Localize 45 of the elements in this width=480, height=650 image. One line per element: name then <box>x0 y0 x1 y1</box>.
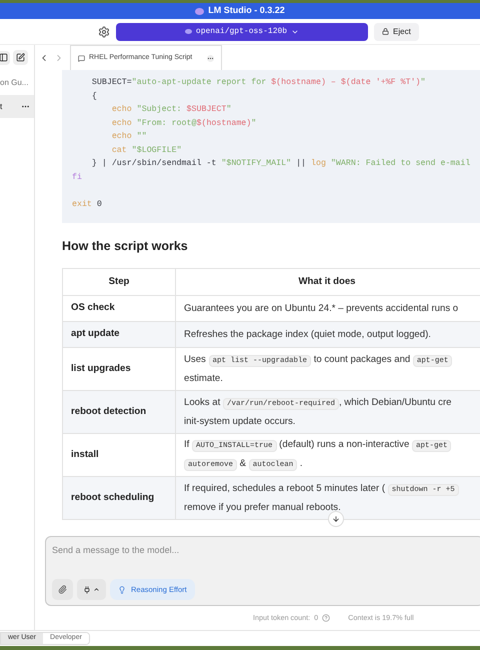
chat-icon <box>78 54 85 62</box>
sidebar-item[interactable]: t <box>0 95 34 118</box>
help-icon[interactable] <box>322 614 330 622</box>
sidebar-item[interactable]: on Gu... <box>0 71 34 94</box>
message-input[interactable]: Send a message to the model... <box>52 543 477 557</box>
more-icon[interactable] <box>207 54 214 62</box>
panel-icon-button[interactable] <box>0 50 10 64</box>
edit-icon <box>16 53 25 62</box>
code-line: cat "$LOGFILE" <box>110 144 183 156</box>
attach-button[interactable] <box>52 579 73 600</box>
code-line: { <box>90 90 98 102</box>
code-line: echo "From: root@$(hostname)" <box>110 118 258 130</box>
sidebar-panel-icon <box>0 53 8 62</box>
table-cell: apt update <box>63 322 176 347</box>
settings-icon[interactable] <box>98 26 110 38</box>
column-header: What it does <box>297 274 357 289</box>
code-line: SUBJECT="auto-apt-update report for $(hostname) – $(date '+%F %T')" <box>90 77 427 89</box>
code-line: echo "" <box>110 131 148 143</box>
app-logo-icon <box>195 8 204 14</box>
window-title: LM Studio - 0.3.22 <box>208 4 285 18</box>
table-cell: OS check <box>63 296 176 321</box>
table-cell: reboot scheduling <box>63 476 176 519</box>
scroll-down-button[interactable] <box>328 511 344 527</box>
table-cell: list upgrades <box>63 348 176 390</box>
model-icon <box>184 29 192 34</box>
table-cell-text: Refreshes the package index (quiet mode, output logged). <box>183 328 432 342</box>
lock-icon <box>382 28 389 35</box>
new-chat-button[interactable] <box>13 50 28 65</box>
caret-icon <box>93 586 100 593</box>
code-line: echo "Subject: $SUBJECT" <box>110 104 232 116</box>
column-header: Step <box>63 268 176 295</box>
arrow-down-icon <box>332 515 340 523</box>
code-line: exit 0 <box>72 198 103 210</box>
paperclip-icon <box>58 585 67 594</box>
table-cell: install <box>63 434 176 476</box>
code-line: fi <box>72 172 83 184</box>
section-heading: How the script works <box>62 238 189 255</box>
table-cell: reboot detection <box>63 390 176 433</box>
plugins-button[interactable] <box>77 579 106 600</box>
plug-icon <box>83 586 91 594</box>
eject-button[interactable]: Eject <box>374 22 419 40</box>
model-selector[interactable]: openai/gpt-oss-120b <box>116 22 368 40</box>
lightbulb-icon <box>118 586 126 594</box>
code-line: } | /usr/sbin/sendmail -t "$NOTIFY_MAIL" || log "WARN: Failed to send e-mail <box>90 158 472 170</box>
table-cell-text: Guarantees you are on Ubuntu 24.* – prevents accidental runs o <box>183 302 460 316</box>
